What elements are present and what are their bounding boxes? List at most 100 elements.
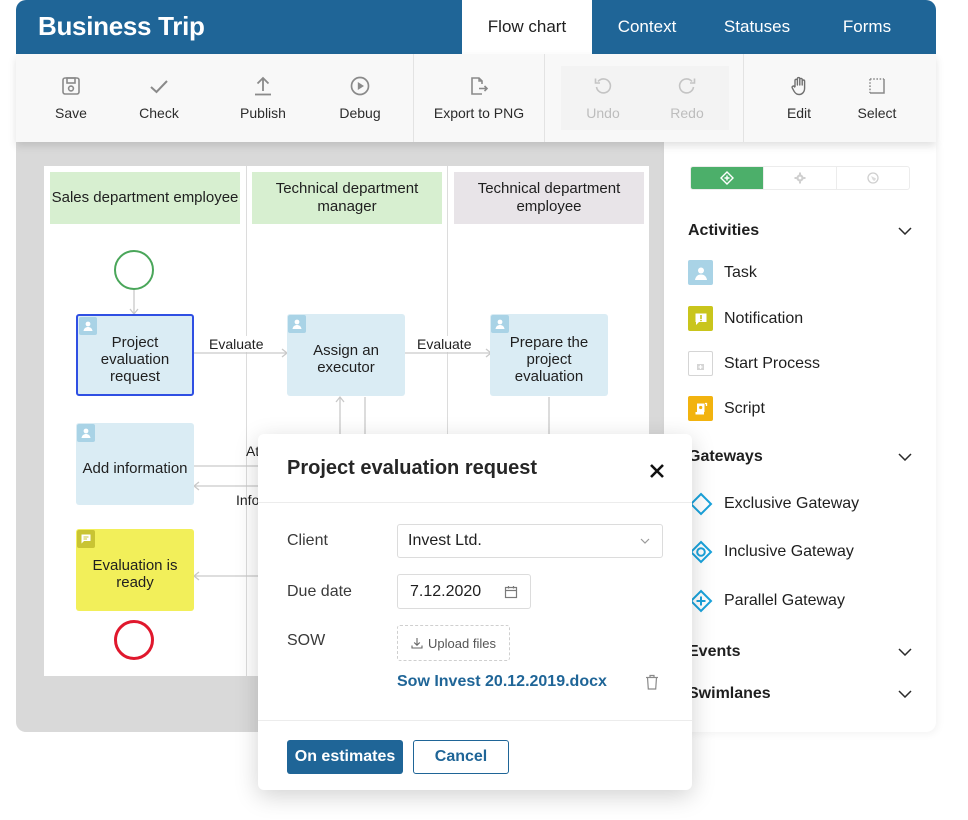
tab-forms[interactable]: Forms [812,0,922,54]
node-label: Project evaluation request [100,333,170,385]
section-title: Events [688,643,741,660]
edge-label-evaluate: Evaluate [209,336,264,352]
section-title: Gateways [688,448,763,465]
toolbar-group-main: Save Check Publish Debug [16,54,414,142]
dialog-title: Project evaluation request [287,457,538,479]
palette-item-exclusive-gateway[interactable]: Exclusive Gateway [688,491,859,516]
task-form-dialog: Project evaluation request Client Invest… [258,434,692,790]
check-button[interactable]: Check [126,54,192,142]
calendar-icon[interactable] [504,585,518,599]
edit-button[interactable]: Edit [744,54,854,142]
debug-button[interactable]: Debug [334,54,386,142]
node-label: Add information [82,459,188,477]
end-event[interactable] [114,620,154,660]
task-project-evaluation-request[interactable]: Project evaluation request [76,314,194,396]
redo-button[interactable]: Redo [645,66,729,130]
trash-icon[interactable] [645,674,659,690]
palette-item-label: Start Process [724,354,821,372]
undo-label: Undo [586,105,620,121]
user-icon [491,315,509,333]
redo-icon [678,78,696,94]
task-add-information[interactable]: Add information [76,423,194,505]
section-title: Swimlanes [688,685,771,702]
due-date-input[interactable]: 7.12.2020 [397,574,531,609]
segment-global[interactable] [837,167,909,189]
notification-evaluation-ready[interactable]: Evaluation is ready [76,529,194,611]
debug-label: Debug [339,105,381,121]
segment-elements[interactable] [691,167,764,189]
gear-icon [794,172,806,184]
attached-file-link[interactable]: Sow Invest 20.12.2019.docx [397,673,607,691]
palette-item-label: Task [724,263,757,281]
edge-label-info: Info [236,492,260,508]
elements-gateway-icon [720,171,734,185]
palette-item-task[interactable]: Task [688,260,757,285]
export-png-button[interactable]: Export to PNG [414,54,544,142]
tab-statuses[interactable]: Statuses [702,0,812,54]
save-label: Save [55,105,87,121]
download-icon [411,638,423,649]
section-swimlanes[interactable]: Swimlanes [688,685,912,703]
upload-files-button[interactable]: Upload files [397,625,510,661]
section-activities[interactable]: Activities [688,222,912,240]
tab-flow-chart[interactable]: Flow chart [462,0,592,54]
node-label: Assign an executor [313,342,379,376]
check-label: Check [139,105,179,121]
user-icon [77,424,95,442]
undo-redo-group: Undo Redo [561,66,729,130]
edge-label-evaluate: Evaluate [417,336,472,352]
redo-label: Redo [670,105,704,121]
user-icon [688,260,713,285]
palette-item-label: Notification [724,309,804,327]
marquee-select-icon [869,78,885,94]
upload-label: Upload files [428,635,496,651]
message-icon [77,530,95,548]
tab-bar: Flow chart Context Statuses Forms [462,0,922,54]
start-event[interactable] [114,250,154,290]
play-circle-icon [350,76,370,96]
save-button[interactable]: Save [16,54,126,142]
chevron-down-icon [898,690,912,698]
palette-item-parallel-gateway[interactable]: Parallel Gateway [688,588,845,613]
palette-item-inclusive-gateway[interactable]: Inclusive Gateway [688,539,854,564]
task-assign-executor[interactable]: Assign an executor [287,314,405,396]
notification-icon [688,306,713,331]
tab-context[interactable]: Context [592,0,702,54]
task-prepare-evaluation[interactable]: Prepare the project evaluation [490,314,608,396]
divider [258,502,692,503]
palette-item-script[interactable]: Script [688,396,765,421]
publish-label: Publish [240,105,286,121]
palette-item-start-process[interactable]: Start Process [688,351,820,376]
palette-item-label: Script [724,399,765,417]
client-select[interactable]: Invest Ltd. [397,524,663,558]
toolbar-group-export: Export to PNG [414,54,545,142]
chevron-down-icon [898,453,912,461]
toolbar: Save Check Publish Debug Export to PNG U… [16,54,936,142]
element-palette-sidebar: Activities Task Notification Start Proce… [664,142,936,732]
divider [258,720,692,721]
close-icon[interactable] [648,462,666,480]
user-icon [79,317,97,335]
chevron-down-icon [898,648,912,656]
palette-item-label: Parallel Gateway [724,591,845,609]
globe-icon [867,172,879,184]
user-icon [288,315,306,333]
toolbar-group-history: Undo Redo [545,54,744,142]
palette-item-notification[interactable]: Notification [688,306,803,331]
segment-settings[interactable] [764,167,837,189]
section-events[interactable]: Events [688,643,912,661]
chevron-down-icon [640,538,650,544]
select-button[interactable]: Select [854,54,900,142]
publish-button[interactable]: Publish [192,54,334,142]
section-gateways[interactable]: Gateways [688,448,912,466]
palette-item-label: Inclusive Gateway [724,542,854,560]
edit-label: Edit [786,105,812,121]
on-estimates-button[interactable]: On estimates [287,740,403,774]
section-title: Activities [688,222,760,239]
cancel-button[interactable]: Cancel [413,740,509,774]
node-label: Evaluation is ready [92,557,178,591]
save-icon [62,77,80,95]
script-icon [688,396,713,421]
sow-label: SOW [287,632,326,649]
undo-button[interactable]: Undo [561,66,645,130]
